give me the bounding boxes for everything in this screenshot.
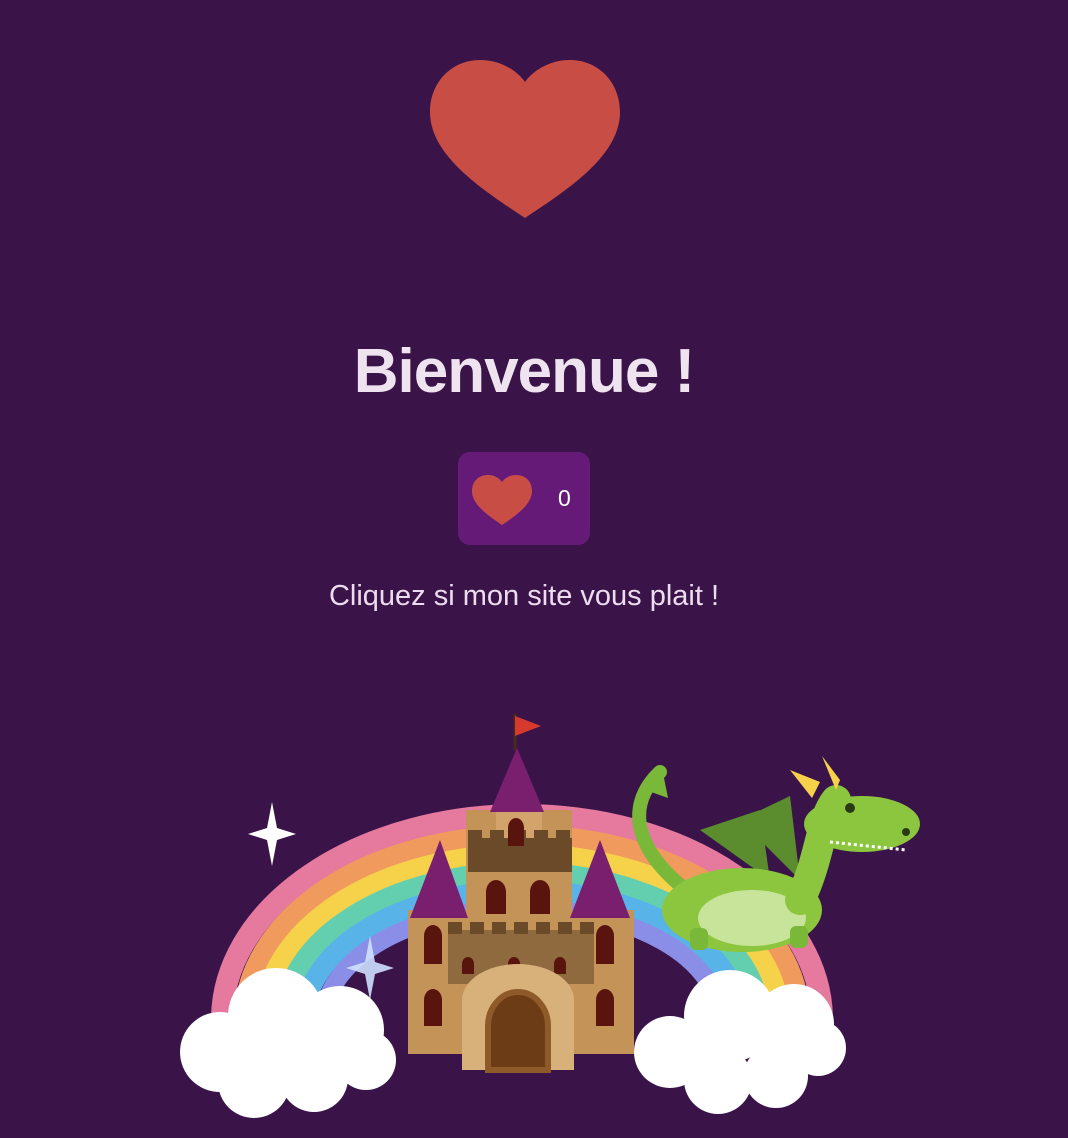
hero-heart-icon xyxy=(430,60,620,218)
like-count: 0 xyxy=(558,485,571,511)
castle xyxy=(408,714,634,1073)
page-title: Bienvenue ! xyxy=(353,337,695,406)
castle-rainbow-illustration xyxy=(180,714,920,1118)
page-subtitle: Cliquez si mon site vous plait ! xyxy=(328,580,720,612)
heart-icon xyxy=(472,475,532,525)
cloud xyxy=(634,970,846,1114)
sparkle-icon xyxy=(248,802,296,866)
page: Bienvenue ! 0 Cliquez si mon site vous p… xyxy=(0,0,1068,1138)
cloud xyxy=(180,968,396,1118)
like-button[interactable]: 0 xyxy=(458,452,590,545)
